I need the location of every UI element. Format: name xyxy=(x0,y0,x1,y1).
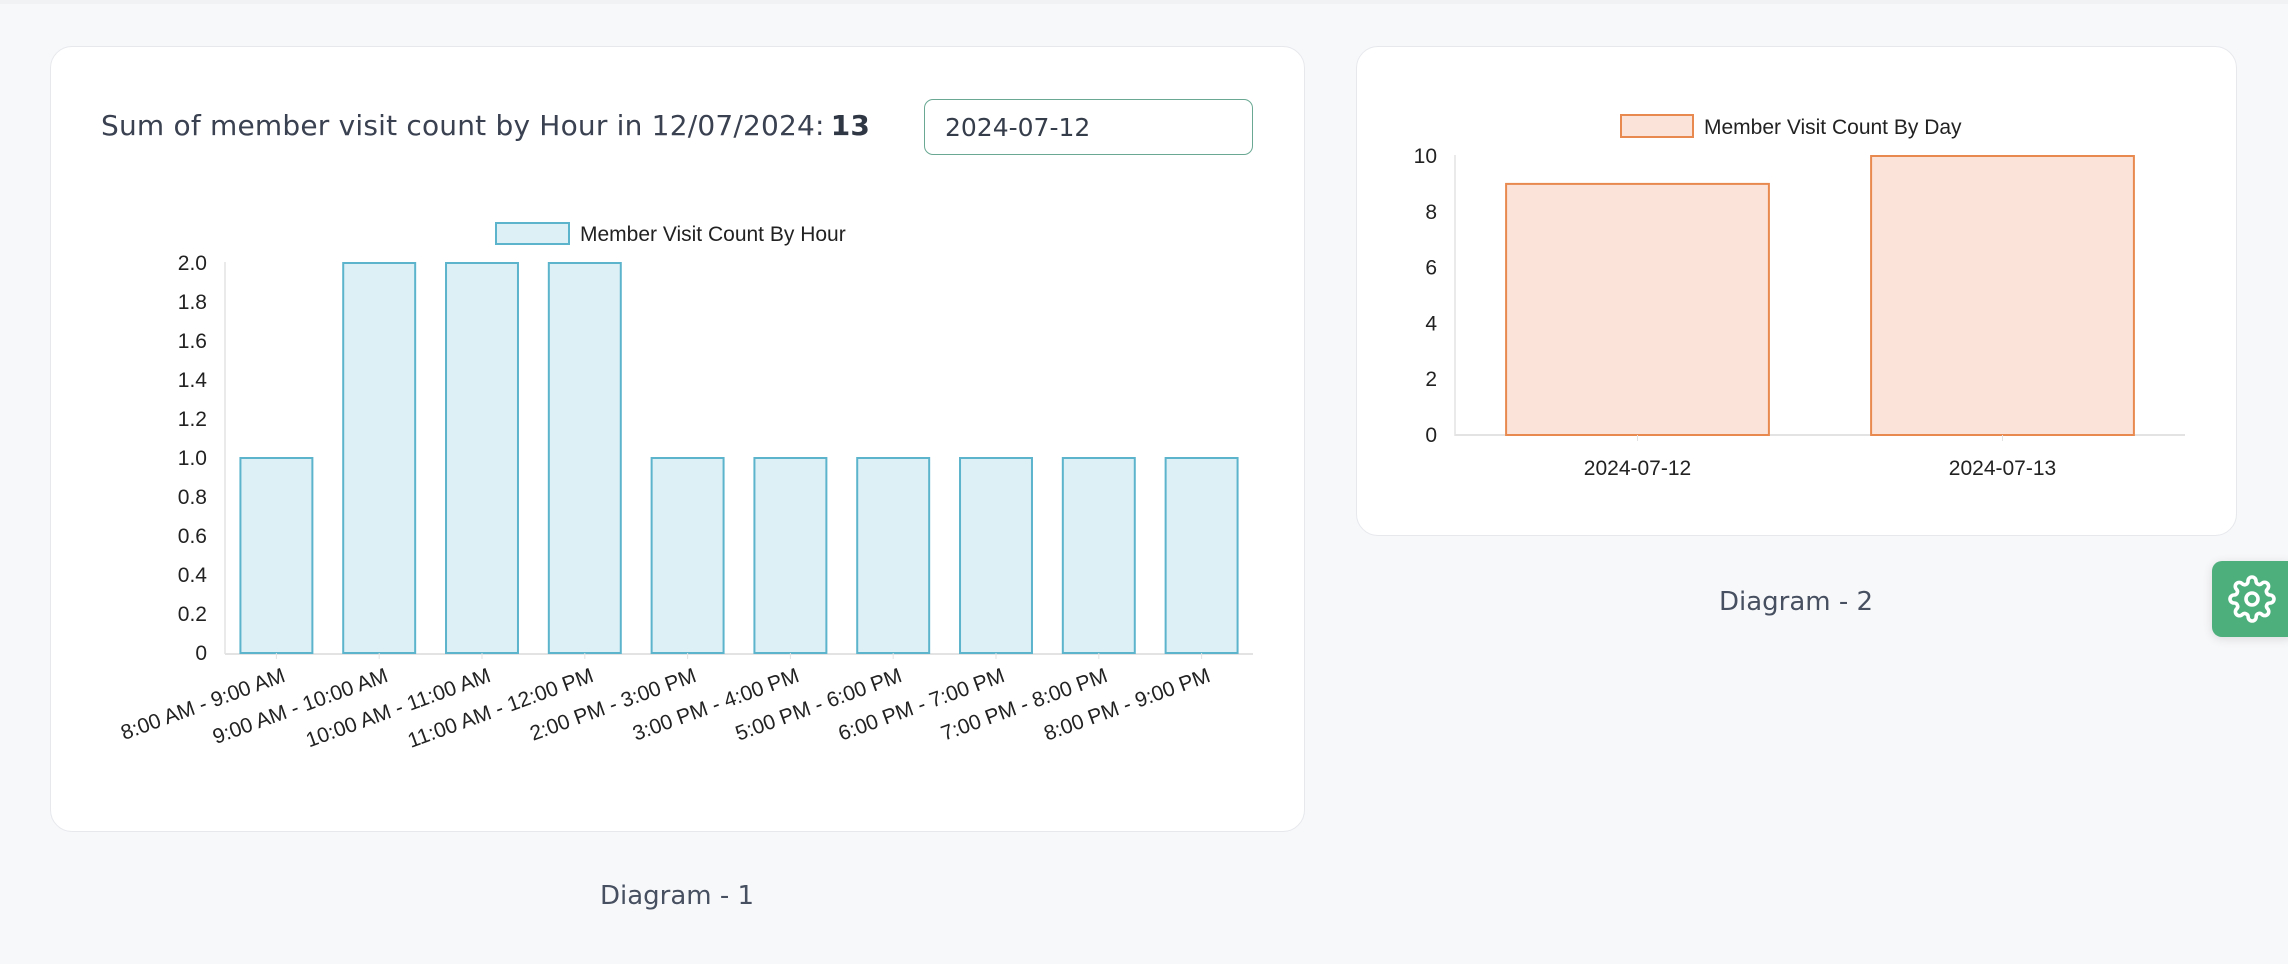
c1-y-tick-label: 1.0 xyxy=(178,447,207,470)
c2-y-tick-label: 8 xyxy=(1425,201,1437,224)
c1-x-tick-label: 9:00 AM - 10:00 AM xyxy=(210,664,391,749)
gear-icon xyxy=(2228,575,2276,623)
c1-bar xyxy=(239,457,314,654)
c2-y-tick-label: 0 xyxy=(1425,424,1437,447)
hourly-visit-chart: Member Visit Count By Hour 0 0.2 0.4 0.6 0.8… xyxy=(118,222,1253,753)
chart1-legend: Member Visit Count By Hour xyxy=(495,222,846,246)
c1-y-tick-label: 1.8 xyxy=(178,291,207,314)
c1-bar xyxy=(856,457,931,654)
c1-y-tick-label: 2.0 xyxy=(178,252,207,275)
c1-x-tick-label: 8:00 AM - 9:00 AM xyxy=(118,664,288,745)
c1-y-tick-label: 1.6 xyxy=(178,330,207,353)
daily-visit-chart: Member Visit Count By Day 0 2 4 6 8 10 2024-0… xyxy=(1414,114,2185,480)
diagram-2-caption: Diagram - 2 xyxy=(1718,587,1874,617)
c2-bar xyxy=(1870,155,2135,436)
chart2-legend: Member Visit Count By Day xyxy=(1620,114,1962,139)
c1-y-tick-label: 0.6 xyxy=(178,525,207,548)
c2-bar xyxy=(1505,182,1770,436)
c1-bar xyxy=(650,457,725,654)
c2-y-tick-label: 4 xyxy=(1425,312,1437,335)
c2-y-tick-label: 10 xyxy=(1414,145,1437,168)
diagram-1-caption: Diagram - 1 xyxy=(599,881,755,911)
c1-y-tick-label: 1.2 xyxy=(178,408,207,431)
c1-bar xyxy=(342,262,417,654)
c1-bar xyxy=(753,457,828,654)
c1-bar xyxy=(547,262,622,654)
c1-y-tick-label: 0 xyxy=(195,642,207,665)
chart2-legend-swatch xyxy=(1620,114,1694,138)
settings-button[interactable] xyxy=(2212,561,2288,637)
c1-y-tick-label: 0.4 xyxy=(178,564,208,587)
c2-x-tick-label: 2024-07-12 xyxy=(1584,457,1691,480)
c1-y-tick-label: 1.4 xyxy=(178,369,208,392)
c1-bar xyxy=(1164,457,1239,654)
c2-y-tick-label: 6 xyxy=(1425,257,1437,280)
charts-svg: Member Visit Count By Hour 0 0.2 0.4 0.6 0.8… xyxy=(118,114,2185,753)
c2-y-tick-label: 2 xyxy=(1425,368,1437,391)
c1-bar xyxy=(959,457,1033,654)
c2-x-tick-label: 2024-07-13 xyxy=(1949,457,2056,480)
c1-y-tick-label: 0.2 xyxy=(178,603,207,626)
chart2-legend-label: Member Visit Count By Day xyxy=(1704,116,1962,139)
c1-bar xyxy=(1061,457,1136,654)
c1-bar xyxy=(445,262,519,654)
c1-y-tick-label: 0.8 xyxy=(178,486,207,509)
chart1-legend-swatch xyxy=(495,222,570,245)
chart1-legend-label: Member Visit Count By Hour xyxy=(580,223,846,246)
